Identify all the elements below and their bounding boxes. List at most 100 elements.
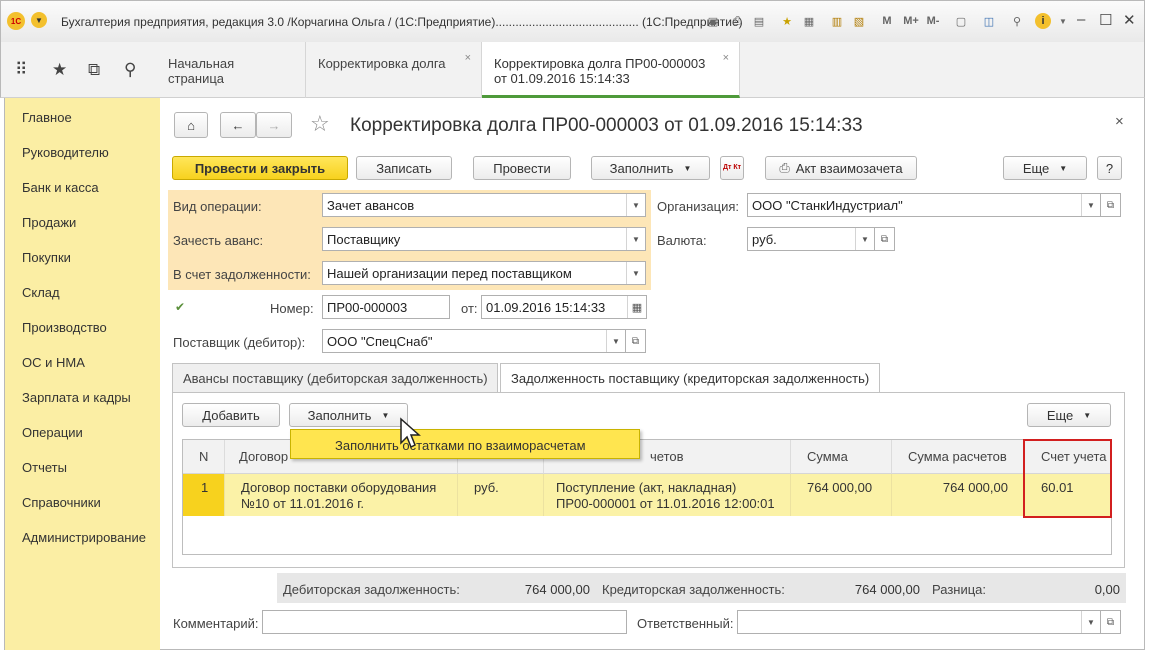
sidebar-item-sales[interactable]: Продажи xyxy=(22,215,76,230)
cell-amount[interactable]: 764 000,00 xyxy=(791,474,892,516)
organization-field[interactable]: ООО "СтанкИндустриал" ▼ xyxy=(747,193,1101,217)
preview-icon[interactable]: ▤ xyxy=(751,13,767,29)
cell-settlement-amount[interactable]: 764 000,00 xyxy=(892,474,1025,516)
comment-field[interactable] xyxy=(262,610,627,634)
menu-icon[interactable]: ▼ xyxy=(31,12,47,28)
open-icon[interactable]: ⧉ xyxy=(1101,610,1121,634)
dropdown-arrow-icon[interactable]: ▼ xyxy=(626,194,645,216)
sidebar-item-payroll[interactable]: Зарплата и кадры xyxy=(22,390,131,405)
debit-total-value: 764 000,00 xyxy=(524,582,590,597)
calendar-icon[interactable]: ▦ xyxy=(627,296,646,318)
new-window-icon[interactable]: ▢ xyxy=(953,13,969,29)
tab-close-icon[interactable]: × xyxy=(465,52,471,64)
print-icon[interactable]: ⎙ xyxy=(729,13,745,29)
tab-home[interactable]: Начальная страница xyxy=(156,42,306,98)
bookmark-icon[interactable]: ▦ xyxy=(801,13,817,29)
save-button[interactable]: Записать xyxy=(356,156,452,180)
sidebar-item-bank[interactable]: Банк и касса xyxy=(22,180,99,195)
column-header-n[interactable]: N xyxy=(183,440,225,474)
column-header-amount[interactable]: Сумма xyxy=(791,440,892,474)
calculator-icon[interactable]: ▥ xyxy=(829,13,845,29)
tab-home-label: Начальная страница xyxy=(168,56,235,86)
post-and-close-button[interactable]: Провести и закрыть xyxy=(172,156,348,180)
dropdown-arrow-icon[interactable]: ▼ xyxy=(1081,194,1100,216)
favorite-star-icon[interactable]: ☆ xyxy=(310,111,330,137)
app-logo-icon[interactable]: 1C xyxy=(7,12,25,30)
date-field[interactable]: 01.09.2016 15:14:33 ▦ xyxy=(481,295,647,319)
search-icon[interactable]: ⚲ xyxy=(124,60,136,80)
tab-supplier-debt[interactable]: Задолженность поставщику (кредиторская з… xyxy=(500,363,880,393)
cell-currency[interactable]: руб. xyxy=(458,474,544,516)
sidebar: Главное Руководителю Банк и касса Продаж… xyxy=(4,98,160,650)
operation-select[interactable]: Зачет авансов ▼ xyxy=(322,193,646,217)
help-button[interactable]: ? xyxy=(1097,156,1122,180)
dropdown-arrow-icon[interactable]: ▼ xyxy=(626,228,645,250)
home-button[interactable]: ⌂ xyxy=(174,112,208,138)
number-label: Номер: xyxy=(270,301,314,316)
sidebar-item-fixed-assets[interactable]: ОС и НМА xyxy=(22,355,85,370)
open-icon[interactable]: ⧉ xyxy=(875,227,895,251)
memory-plus-button[interactable]: M+ xyxy=(901,13,921,29)
post-button[interactable]: Провести xyxy=(473,156,571,180)
sidebar-item-catalogs[interactable]: Справочники xyxy=(22,495,101,510)
tab-debt-adjustment-document[interactable]: Корректировка долга ПР00-000003 от 01.09… xyxy=(482,42,740,98)
dt-kt-button[interactable]: Дт Кт xyxy=(720,156,744,180)
minimize-button[interactable]: – xyxy=(1077,11,1085,28)
currency-field[interactable]: руб. ▼ xyxy=(747,227,875,251)
save-icon[interactable]: ▣ xyxy=(705,13,721,29)
sidebar-item-management[interactable]: Руководителю xyxy=(22,145,109,160)
responsible-field[interactable]: ▼ xyxy=(737,610,1101,634)
open-icon[interactable]: ⧉ xyxy=(1101,193,1121,217)
dropdown-arrow-icon: ▼ xyxy=(1059,163,1068,173)
history-icon[interactable]: ⧉ xyxy=(88,60,100,80)
column-header-settlement-amount[interactable]: Сумма расчетов xyxy=(892,440,1025,474)
sidebar-item-warehouse[interactable]: Склад xyxy=(22,285,60,300)
open-icon[interactable]: ⧉ xyxy=(626,329,646,353)
fill-dropdown-menu-item[interactable]: Заполнить остатками по взаиморасчетам xyxy=(290,429,640,459)
supplier-field[interactable]: ООО "СпецСнаб" ▼ xyxy=(322,329,626,353)
sidebar-item-main[interactable]: Главное xyxy=(22,110,72,125)
dropdown-arrow-icon[interactable]: ▼ xyxy=(1055,13,1071,29)
more-button[interactable]: Еще ▼ xyxy=(1003,156,1087,180)
cell-contract[interactable]: Договор поставки оборудования №10 от 11.… xyxy=(225,474,458,516)
cell-n[interactable]: 1 xyxy=(183,474,225,516)
forward-button[interactable]: → xyxy=(256,112,292,138)
sidebar-item-reports[interactable]: Отчеты xyxy=(22,460,67,475)
tab-debt-adjustment[interactable]: Корректировка долга × xyxy=(306,42,482,98)
document-title: Корректировка долга ПР00-000003 от 01.09… xyxy=(350,115,863,136)
cell-document[interactable]: Поступление (акт, накладная) ПР00-000001… xyxy=(544,474,791,516)
calendar-toolbar-icon[interactable]: ▧ xyxy=(851,13,867,29)
dropdown-arrow-icon[interactable]: ▼ xyxy=(855,228,874,250)
memory-minus-button[interactable]: M- xyxy=(923,13,943,29)
sidebar-item-operations[interactable]: Операции xyxy=(22,425,83,440)
number-field[interactable]: ПР00-000003 xyxy=(322,295,450,319)
back-button[interactable]: ← xyxy=(220,112,256,138)
close-document-button[interactable]: × xyxy=(1115,113,1124,130)
sidebar-item-production[interactable]: Производство xyxy=(22,320,107,335)
dropdown-arrow-icon[interactable]: ▼ xyxy=(626,262,645,284)
panels-icon[interactable]: ◫ xyxy=(981,13,997,29)
star-icon[interactable]: ★ xyxy=(52,60,67,80)
tab-supplier-advances[interactable]: Авансы поставщику (дебиторская задолженн… xyxy=(172,363,498,393)
difference-value: 0,00 xyxy=(1094,582,1120,597)
info-icon[interactable]: i xyxy=(1035,13,1051,29)
dropdown-arrow-icon[interactable]: ▼ xyxy=(1081,611,1100,633)
memory-button[interactable]: M xyxy=(879,13,895,29)
favorites-icon[interactable]: ★ xyxy=(779,13,795,29)
debt-select[interactable]: Нашей организации перед поставщиком ▼ xyxy=(322,261,646,285)
dropdown-arrow-icon[interactable]: ▼ xyxy=(606,330,625,352)
close-window-button[interactable]: ✕ xyxy=(1123,11,1136,29)
sidebar-item-purchases[interactable]: Покупки xyxy=(22,250,71,265)
offset-act-button[interactable]: ⎙ Акт взаимозачета xyxy=(765,156,917,180)
supplier-label: Поставщик (дебитор): xyxy=(173,335,306,350)
fill-button[interactable]: Заполнить ▼ xyxy=(591,156,710,180)
apps-grid-icon[interactable]: ⠿ xyxy=(15,60,27,80)
maximize-button[interactable]: ☐ xyxy=(1099,11,1112,29)
table-more-button[interactable]: Еще ▼ xyxy=(1027,403,1111,427)
tab-close-icon[interactable]: × xyxy=(723,52,729,64)
add-row-button[interactable]: Добавить xyxy=(182,403,280,427)
offset-select[interactable]: Поставщику ▼ xyxy=(322,227,646,251)
sidebar-item-administration[interactable]: Администрирование xyxy=(22,530,146,545)
table-fill-button[interactable]: Заполнить ▼ xyxy=(289,403,408,427)
tools-icon[interactable]: ⚲ xyxy=(1009,13,1025,29)
